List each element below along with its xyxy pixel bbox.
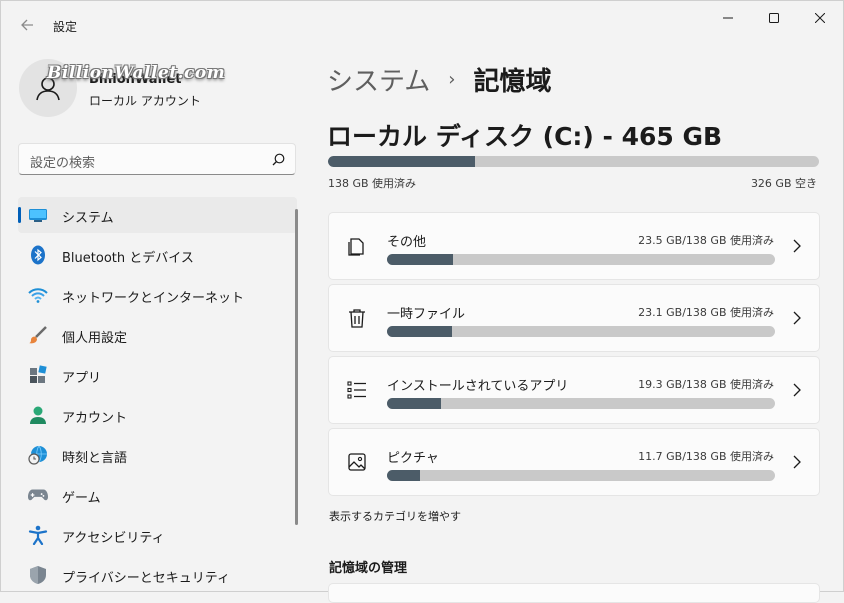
category-usage-bar	[387, 254, 775, 265]
app-title: 設定	[53, 20, 78, 34]
storage-management-heading: 記憶域の管理	[329, 561, 408, 576]
back-button[interactable]	[13, 11, 41, 39]
minimize-icon	[723, 17, 733, 19]
chevron-right-icon	[793, 239, 801, 253]
sidebar-item-apps[interactable]: アプリ	[18, 357, 297, 393]
category-pictures[interactable]: ピクチャ 11.7 GB/138 GB 使用済み	[328, 428, 820, 496]
sidebar-item-privacy[interactable]: プライバシーとセキュリティ	[18, 557, 297, 593]
sidebar-item-time-language[interactable]: 時刻と言語	[18, 437, 297, 473]
disk-title: ローカル ディスク (C:) - 465 GB	[327, 122, 723, 151]
page-title: 記憶域	[473, 66, 552, 97]
storage-category-list: その他 23.5 GB/138 GB 使用済み 一時ファイル 23.1 GB/1…	[328, 212, 820, 500]
document-icon	[347, 236, 367, 256]
category-installed-apps[interactable]: インストールされているアプリ 19.3 GB/138 GB 使用済み	[328, 356, 820, 424]
disk-usage-bar	[328, 156, 819, 167]
bluetooth-icon	[28, 245, 48, 265]
sidebar-item-label: システム	[62, 211, 114, 226]
category-usage-bar	[387, 470, 775, 481]
chevron-right-icon	[793, 455, 801, 469]
account-type: ローカル アカウント	[89, 94, 201, 108]
user-profile[interactable]: BillionWallet BillionWallet.com ローカル アカウ…	[17, 57, 287, 123]
chevron-right-icon	[793, 311, 801, 325]
picture-icon	[347, 452, 367, 472]
sidebar-item-label: 時刻と言語	[62, 451, 128, 466]
category-other[interactable]: その他 23.5 GB/138 GB 使用済み	[328, 212, 820, 280]
chevron-right-icon	[793, 383, 801, 397]
account-icon	[28, 405, 48, 425]
search-icon	[272, 153, 285, 166]
category-temp-files[interactable]: 一時ファイル 23.1 GB/138 GB 使用済み	[328, 284, 820, 352]
breadcrumb-parent[interactable]: システム	[327, 61, 430, 98]
disk-used-label: 138 GB 使用済み	[328, 177, 417, 190]
show-more-categories-link[interactable]: 表示するカテゴリを増やす	[329, 508, 461, 524]
sidebar-item-label: ゲーム	[62, 491, 101, 506]
settings-search[interactable]: 設定の検索	[18, 143, 296, 175]
search-input[interactable]: 設定の検索	[30, 152, 95, 171]
back-arrow-icon	[21, 19, 33, 31]
breadcrumb: システム › 記憶域	[327, 59, 551, 99]
sidebar-item-system[interactable]: システム	[18, 197, 297, 233]
selection-indicator	[18, 207, 21, 223]
category-name: ピクチャ	[387, 451, 439, 466]
close-icon	[815, 13, 825, 23]
category-usage-fill	[387, 398, 442, 409]
watermark-text: BillionWallet.com	[47, 63, 226, 83]
disk-usage-fill	[328, 156, 476, 167]
category-usage-fill	[387, 254, 453, 265]
list-icon	[347, 380, 367, 400]
category-usage: 23.1 GB/138 GB 使用済み	[638, 306, 774, 319]
category-name: その他	[387, 235, 427, 250]
sidebar-item-gaming[interactable]: ゲーム	[18, 477, 297, 513]
category-usage: 11.7 GB/138 GB 使用済み	[638, 450, 774, 463]
category-name: 一時ファイル	[387, 307, 466, 322]
sidebar-item-accessibility[interactable]: アクセシビリティ	[18, 517, 297, 553]
sidebar-item-label: アカウント	[62, 411, 128, 426]
sidebar-item-personalization[interactable]: 個人用設定	[18, 317, 297, 353]
sidebar-item-label: アプリ	[62, 371, 102, 386]
accessibility-icon	[28, 525, 48, 545]
disk-free-label: 326 GB 空き	[750, 177, 817, 190]
title-bar: 設定	[1, 1, 843, 49]
sidebar-item-accounts[interactable]: アカウント	[18, 397, 297, 433]
maximize-icon	[769, 13, 779, 23]
apps-icon	[28, 365, 48, 385]
breadcrumb-separator: ›	[448, 68, 456, 90]
sidebar-item-label: 個人用設定	[62, 331, 128, 346]
category-usage-fill	[387, 470, 420, 481]
close-button[interactable]	[797, 1, 843, 35]
category-usage-fill	[387, 326, 452, 337]
category-usage-bar	[387, 326, 775, 337]
settings-window: 設定 BillionWallet BillionWallet.com ローカル …	[0, 0, 844, 603]
sidebar-scrollbar[interactable]	[295, 209, 298, 525]
sidebar-item-bluetooth[interactable]: Bluetooth とデバイス	[18, 237, 297, 273]
wifi-icon	[28, 285, 48, 305]
shield-icon	[28, 565, 48, 585]
sidebar-item-label: アクセシビリティ	[62, 531, 165, 546]
category-usage: 19.3 GB/138 GB 使用済み	[638, 378, 774, 391]
sidebar-nav: システム Bluetooth とデバイス ネットワークとインターネット 個人用設…	[18, 197, 297, 597]
sidebar-item-label: Bluetooth とデバイス	[62, 251, 194, 266]
category-name: インストールされているアプリ	[387, 379, 569, 394]
sidebar-item-label: プライバシーとセキュリティ	[62, 571, 230, 586]
category-usage-bar	[387, 398, 775, 409]
category-usage: 23.5 GB/138 GB 使用済み	[638, 234, 774, 247]
globe-clock-icon	[28, 445, 48, 465]
gamepad-icon	[28, 485, 48, 505]
system-display-icon	[28, 205, 48, 225]
storage-management-card[interactable]	[328, 583, 820, 603]
paintbrush-icon	[28, 325, 48, 345]
sidebar-item-label: ネットワークとインターネット	[62, 291, 245, 306]
maximize-button[interactable]	[751, 1, 797, 35]
minimize-button[interactable]	[705, 1, 751, 35]
trash-icon	[347, 308, 367, 328]
sidebar-item-network[interactable]: ネットワークとインターネット	[18, 277, 297, 313]
